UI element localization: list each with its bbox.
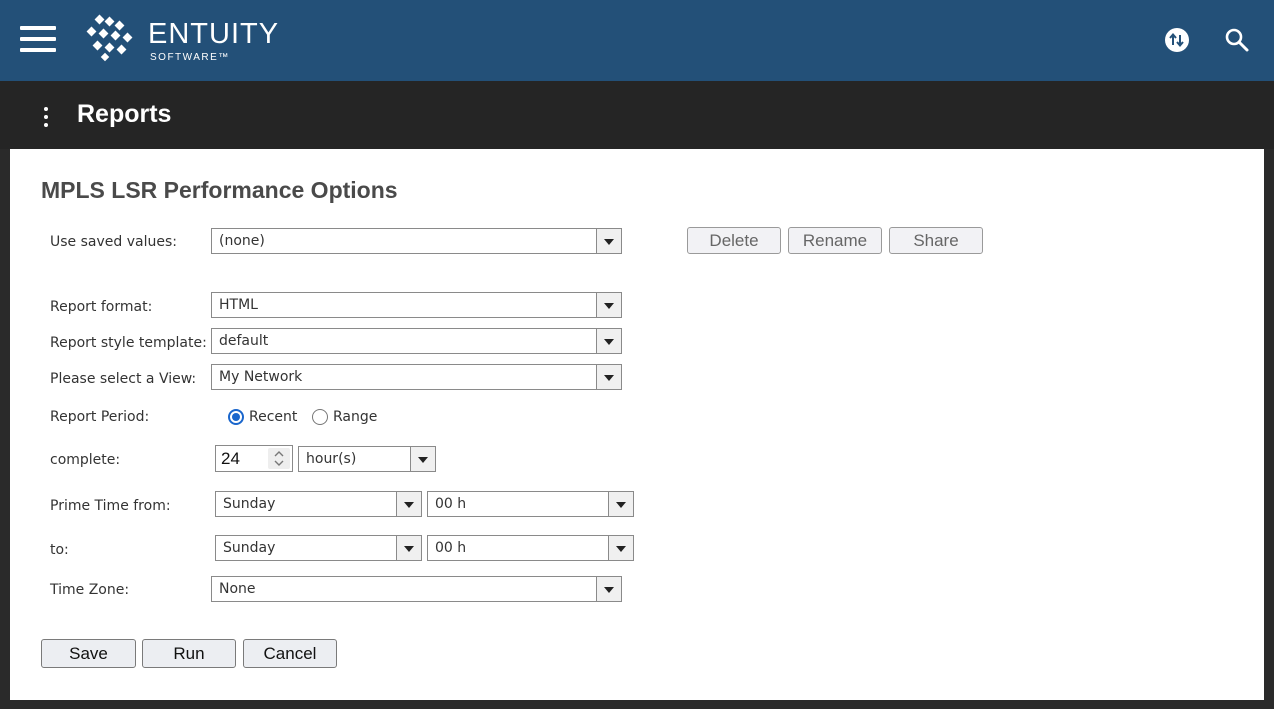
saved-values-value: (none)	[219, 233, 265, 249]
chevron-down-icon	[596, 329, 621, 353]
cancel-button[interactable]: Cancel	[243, 639, 337, 668]
report-period-label: Report Period:	[50, 409, 150, 425]
prime-to-day-value: Sunday	[223, 540, 276, 556]
style-template-value: default	[219, 333, 269, 349]
chevron-down-icon	[608, 536, 633, 560]
spinner-icon[interactable]	[268, 448, 290, 469]
more-options-icon[interactable]	[42, 107, 50, 127]
prime-to-day-select[interactable]: Sunday	[215, 535, 422, 561]
time-zone-label: Time Zone:	[50, 582, 130, 598]
chevron-down-icon	[410, 447, 435, 471]
recent-radio-label: Recent	[249, 409, 298, 425]
saved-values-label: Use saved values:	[50, 234, 177, 250]
chevron-down-icon	[596, 293, 621, 317]
top-bar: ENTUITY SOFTWARE™	[0, 0, 1274, 81]
options-panel: MPLS LSR Performance Options Use saved v…	[10, 149, 1264, 700]
chevron-down-icon	[396, 536, 421, 560]
menu-icon[interactable]	[20, 26, 56, 52]
share-button[interactable]: Share	[889, 227, 983, 254]
complete-unit-value: hour(s)	[306, 451, 357, 467]
time-zone-select[interactable]: None	[211, 576, 622, 602]
save-button[interactable]: Save	[41, 639, 136, 668]
prime-to-hour-select[interactable]: 00 h	[427, 535, 634, 561]
entuity-logo: ENTUITY SOFTWARE™	[82, 14, 282, 64]
chevron-down-icon	[596, 365, 621, 389]
prime-from-day-value: Sunday	[223, 496, 276, 512]
logo-subtext: SOFTWARE™	[150, 52, 230, 63]
range-radio[interactable]: Range	[312, 407, 392, 427]
delete-button[interactable]: Delete	[687, 227, 781, 254]
chevron-down-icon	[608, 492, 633, 516]
report-format-value: HTML	[219, 297, 258, 313]
recent-radio[interactable]: Recent	[228, 407, 308, 427]
prime-from-day-select[interactable]: Sunday	[215, 491, 422, 517]
time-zone-value: None	[219, 581, 256, 597]
prime-to-label: to:	[50, 542, 69, 558]
section-title: Reports	[77, 100, 172, 128]
logo-icon	[86, 14, 133, 62]
prime-from-hour-select[interactable]: 00 h	[427, 491, 634, 517]
chevron-down-icon	[596, 229, 621, 253]
run-button[interactable]: Run	[142, 639, 236, 668]
prime-from-label: Prime Time from:	[50, 498, 171, 514]
sync-icon[interactable]	[1163, 26, 1191, 54]
prime-from-hour-value: 00 h	[435, 496, 467, 512]
chevron-down-icon	[396, 492, 421, 516]
complete-value: 24	[221, 449, 240, 468]
logo-text: ENTUITY	[148, 18, 280, 50]
search-icon[interactable]	[1223, 26, 1251, 54]
view-label: Please select a View:	[50, 371, 197, 387]
prime-to-hour-value: 00 h	[435, 540, 467, 556]
sub-header: Reports	[0, 81, 1274, 149]
style-template-select[interactable]: default	[211, 328, 622, 354]
view-select[interactable]: My Network	[211, 364, 622, 390]
saved-values-select[interactable]: (none)	[211, 228, 622, 254]
range-radio-label: Range	[333, 409, 378, 425]
complete-number-input[interactable]: 24	[215, 445, 293, 472]
view-value: My Network	[219, 369, 303, 385]
chevron-down-icon	[596, 577, 621, 601]
complete-unit-select[interactable]: hour(s)	[298, 446, 436, 472]
page-title: MPLS LSR Performance Options	[41, 177, 398, 203]
report-format-select[interactable]: HTML	[211, 292, 622, 318]
style-template-label: Report style template:	[50, 335, 207, 351]
rename-button[interactable]: Rename	[788, 227, 882, 254]
report-format-label: Report format:	[50, 299, 153, 315]
complete-label: complete:	[50, 452, 121, 468]
